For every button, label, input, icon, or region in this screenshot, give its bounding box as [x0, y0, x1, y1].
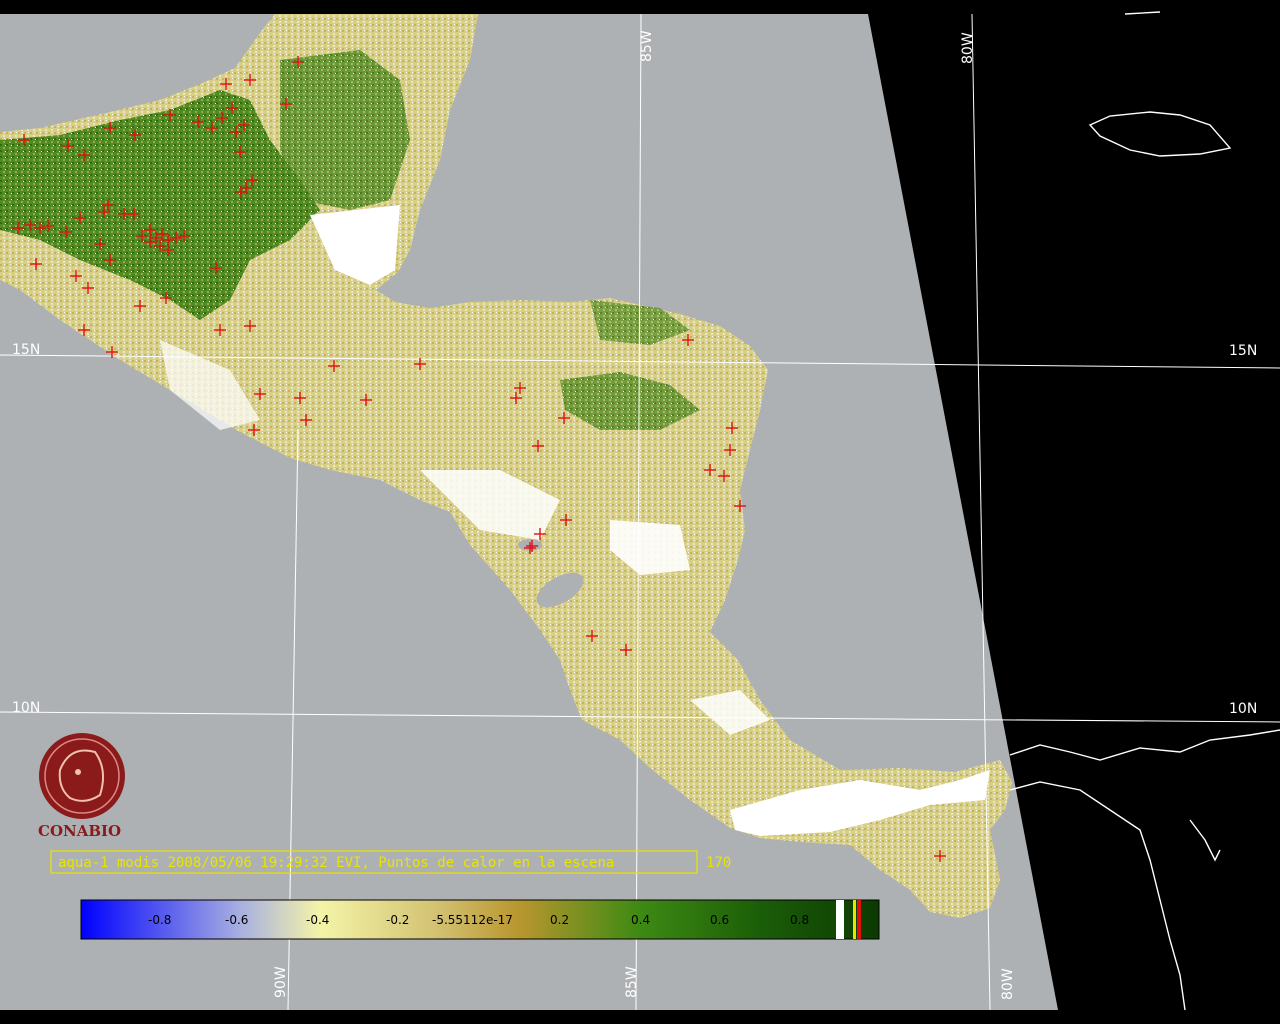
colorbar-tick-label: 0.4	[631, 913, 650, 927]
colorbar-hotspot-swatch	[857, 900, 861, 939]
evi-map: 85W 80W 90W 85W 80W 15N 10N 15N 10N CONA…	[0, 0, 1280, 1024]
logo-emblem-icon	[39, 733, 125, 819]
colorbar-tick-label: 0.6	[710, 913, 729, 927]
lat-label-15n-left: 15N	[12, 342, 40, 358]
lon-label-80w-top: 80W	[960, 32, 976, 64]
logo-label: CONABIO	[38, 822, 121, 840]
colorbar-tick-label: 0.2	[550, 913, 569, 927]
colorbar: -0.8 -0.6 -0.4 -0.2 -5.55112e-17 0.2 0.4 0.6 0.8	[80, 899, 880, 940]
lon-label-85w-top: 85W	[639, 30, 655, 62]
lat-label-10n-right: 10N	[1229, 701, 1257, 717]
caption-count: 170	[706, 855, 731, 871]
colorbar-tick-label: -0.4	[306, 913, 329, 927]
colorbar-tick-label: -0.2	[386, 913, 409, 927]
colorbar-tick-label: -0.8	[148, 913, 171, 927]
lon-label-90w-bottom: 90W	[273, 966, 289, 998]
colorbar-tick-label: -0.6	[225, 913, 248, 927]
caption-text: aqua-1 modis 2008/05/06 19:29:32 EVI, Pu…	[58, 855, 614, 871]
lon-label-80w-bottom: 80W	[1000, 968, 1016, 1000]
colorbar-tick-label: -5.55112e-17	[432, 913, 513, 927]
lat-label-10n-left: 10N	[12, 700, 40, 716]
lat-label-15n-right: 15N	[1229, 343, 1257, 359]
conabio-logo: CONABIO	[38, 733, 125, 840]
lon-label-85w-bottom: 85W	[624, 966, 640, 998]
colorbar-tick-label: 0.8	[790, 913, 809, 927]
colorbar-cloud-swatch	[836, 900, 844, 939]
